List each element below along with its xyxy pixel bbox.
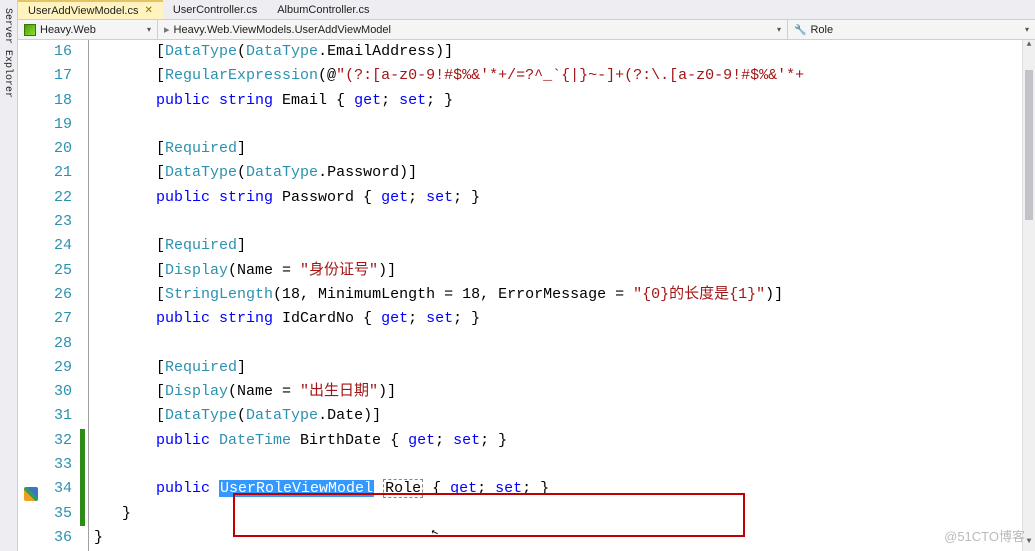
chevron-down-icon: ▾ [147, 25, 151, 34]
code-line[interactable]: [Display(Name = "出生日期")] [94, 380, 1035, 404]
main-area: UserAddViewModel.cs ✕ UserController.cs … [18, 0, 1035, 551]
code-line[interactable] [94, 453, 1035, 477]
line-number: 30 [46, 380, 72, 404]
document-tabs: UserAddViewModel.cs ✕ UserController.cs … [18, 0, 1035, 20]
code-line[interactable]: [StringLength(18, MinimumLength = 18, Er… [94, 283, 1035, 307]
nav-project-dropdown[interactable]: Heavy.Web ▾ [18, 20, 158, 39]
tab-useraddviewmodel[interactable]: UserAddViewModel.cs ✕ [18, 0, 163, 19]
line-number: 19 [46, 113, 72, 137]
code-line[interactable]: [Display(Name = "身份证号")] [94, 259, 1035, 283]
code-line[interactable]: [Required] [94, 234, 1035, 258]
line-number-gutter: 1617181920212223242526272829303132333435… [46, 40, 80, 551]
line-number: 16 [46, 40, 72, 64]
lightbulb-icon[interactable] [24, 487, 38, 501]
nav-member-label: Role [810, 24, 833, 36]
code-line[interactable]: public string Email { get; set; } [94, 89, 1035, 113]
line-number: 28 [46, 332, 72, 356]
line-number: 29 [46, 356, 72, 380]
selected-text: UserRoleViewModel [219, 480, 374, 497]
tab-usercontroller[interactable]: UserController.cs [163, 0, 267, 19]
code-line[interactable]: public string IdCardNo { get; set; } [94, 307, 1035, 331]
line-number: 22 [46, 186, 72, 210]
code-line[interactable] [94, 332, 1035, 356]
code-line[interactable]: [DataType(DataType.Date)] [94, 404, 1035, 428]
code-line[interactable]: public DateTime BirthDate { get; set; } [94, 429, 1035, 453]
line-number: 32 [46, 429, 72, 453]
nav-type-label: Heavy.Web.ViewModels.UserAddViewModel [174, 24, 391, 36]
line-number: 21 [46, 161, 72, 185]
line-number: 25 [46, 259, 72, 283]
line-number: 23 [46, 210, 72, 234]
changed-line-marker [80, 453, 85, 477]
changed-line-marker [80, 477, 85, 501]
class-icon [164, 23, 170, 36]
csharp-project-icon [24, 24, 36, 36]
outline-bar [86, 40, 94, 551]
code-line[interactable] [94, 210, 1035, 234]
code-line[interactable]: public string Password { get; set; } [94, 186, 1035, 210]
tab-albumcontroller[interactable]: AlbumController.cs [267, 0, 379, 19]
line-number: 24 [46, 234, 72, 258]
glyph-margin [18, 40, 46, 551]
navigation-bar: Heavy.Web ▾ Heavy.Web.ViewModels.UserAdd… [18, 20, 1035, 40]
tab-label: UserController.cs [173, 4, 257, 16]
code-content[interactable]: [DataType(DataType.EmailAddress)][Regula… [94, 40, 1035, 551]
code-line[interactable]: } [94, 526, 1035, 550]
property-icon [794, 24, 806, 36]
panel-server-explorer[interactable]: Server Explorer [0, 4, 15, 551]
line-number: 26 [46, 283, 72, 307]
code-line[interactable] [94, 113, 1035, 137]
code-line[interactable]: public UserRoleViewModel Role { get; set… [94, 477, 1035, 501]
line-number: 31 [46, 404, 72, 428]
changed-line-marker [80, 502, 85, 526]
close-icon[interactable]: ✕ [144, 5, 152, 16]
tab-label: UserAddViewModel.cs [28, 5, 138, 17]
line-number: 18 [46, 89, 72, 113]
chevron-down-icon: ▾ [1025, 25, 1029, 34]
code-line[interactable]: } [94, 502, 1035, 526]
code-line[interactable]: [RegularExpression(@"(?:[a-z0-9!#$%&'*+/… [94, 64, 1035, 88]
code-line[interactable]: [Required] [94, 137, 1035, 161]
scroll-up-icon[interactable]: ▲ [1023, 40, 1035, 54]
line-number: 34 [46, 477, 72, 501]
nav-type-dropdown[interactable]: Heavy.Web.ViewModels.UserAddViewModel ▾ [158, 20, 788, 39]
code-line[interactable]: [Required] [94, 356, 1035, 380]
line-number: 20 [46, 137, 72, 161]
reference-highlight: Role [383, 479, 423, 498]
line-number: 36 [46, 526, 72, 550]
line-number: 17 [46, 64, 72, 88]
line-number: 33 [46, 453, 72, 477]
side-tool-panel[interactable]: Server Explorer Toolbox SQL Server Objec… [0, 0, 18, 551]
line-number: 35 [46, 502, 72, 526]
chevron-down-icon: ▾ [777, 25, 781, 34]
scroll-thumb[interactable] [1025, 70, 1033, 220]
nav-member-dropdown[interactable]: Role ▾ [788, 20, 1035, 39]
changed-line-marker [80, 429, 85, 453]
code-line[interactable]: [DataType(DataType.EmailAddress)] [94, 40, 1035, 64]
vertical-scrollbar[interactable]: ▲ ▼ [1022, 40, 1035, 551]
nav-project-label: Heavy.Web [40, 24, 96, 36]
code-line[interactable]: [DataType(DataType.Password)] [94, 161, 1035, 185]
code-editor[interactable]: 1617181920212223242526272829303132333435… [18, 40, 1035, 551]
tab-label: AlbumController.cs [277, 4, 369, 16]
watermark-text: @51CTO博客 [944, 526, 1025, 545]
line-number: 27 [46, 307, 72, 331]
